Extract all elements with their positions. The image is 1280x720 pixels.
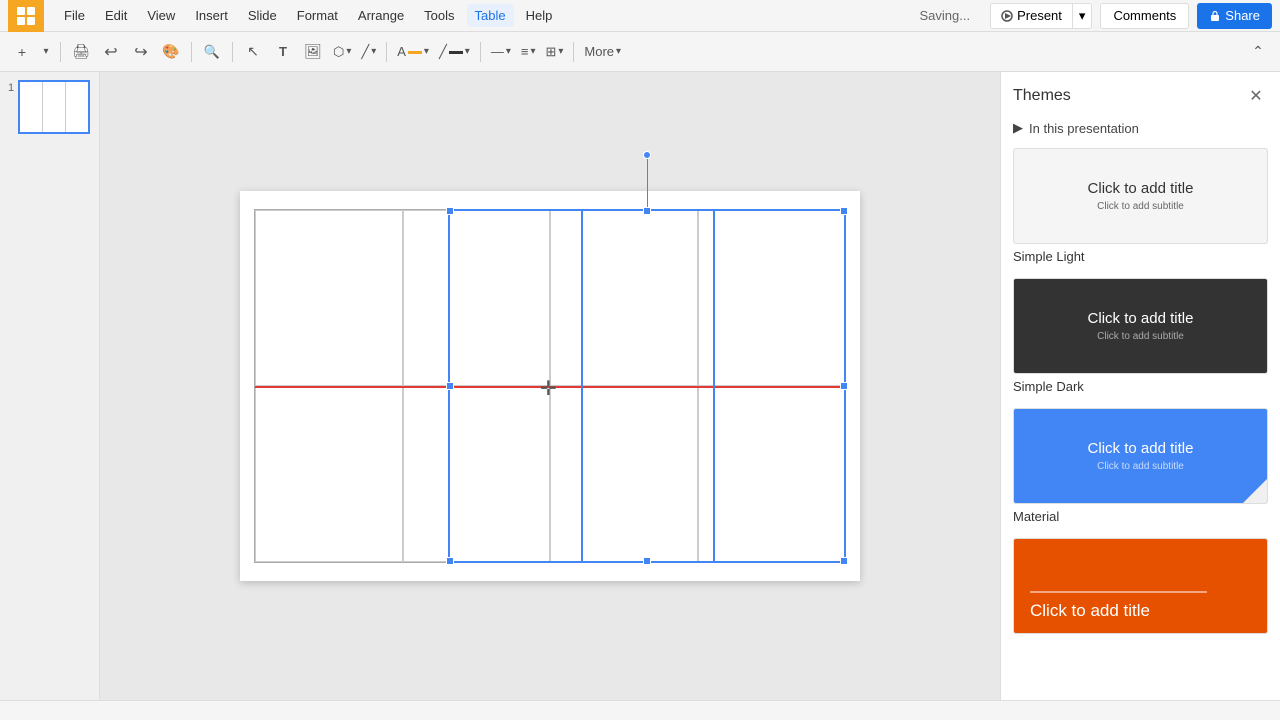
theme-preview-orange[interactable]: Click to add title (1013, 538, 1268, 634)
share-button[interactable]: Share (1197, 3, 1272, 29)
line-color-dropdown[interactable]: ╱ ▾ (435, 38, 474, 66)
present-icon (1001, 10, 1013, 22)
slide-panel: 1 (0, 72, 100, 700)
toolbar-separator-4 (386, 42, 387, 62)
menu-table[interactable]: Table (467, 4, 514, 27)
line-dropdown[interactable]: ╱▾ (357, 38, 380, 66)
comments-button[interactable]: Comments (1100, 3, 1189, 29)
undo-button[interactable]: ↩ (97, 38, 125, 66)
in-this-presentation[interactable]: ▶ In this presentation (1013, 120, 1268, 136)
themes-close-button[interactable]: ✕ (1244, 84, 1268, 108)
menu-edit[interactable]: Edit (97, 4, 135, 27)
themes-panel: Themes ✕ ▶ In this presentation Click to… (1000, 72, 1280, 700)
menu-slide[interactable]: Slide (240, 4, 285, 27)
cell-r1c1[interactable] (255, 210, 403, 386)
line-dash-dropdown[interactable]: ≡▾ (517, 38, 540, 66)
theme-name-simple-dark: Simple Dark (1013, 379, 1084, 394)
material-corner (1243, 479, 1267, 503)
theme-preview-simple-dark[interactable]: Click to add title Click to add subtitle (1013, 278, 1268, 374)
cell-r1c3[interactable] (550, 210, 698, 386)
present-main[interactable]: Present (991, 4, 1073, 28)
menu-tools[interactable]: Tools (416, 4, 462, 27)
menu-help[interactable]: Help (518, 4, 561, 27)
theme-sub-simple-light: Click to add subtitle (1097, 201, 1184, 212)
main-area: 1 (0, 72, 1280, 700)
cell-r2c2[interactable] (403, 386, 551, 562)
theme-preview-simple-light[interactable]: Click to add title Click to add subtitle (1013, 148, 1268, 244)
editor-canvas[interactable]: ✛ (100, 72, 1000, 700)
more-dropdown[interactable]: More▾ (580, 38, 625, 66)
theme-item-simple-light: Click to add title Click to add subtitle… (1013, 148, 1268, 266)
chevron-right-icon: ▶ (1013, 120, 1023, 136)
top-right-actions: Present ▾ Comments Share (990, 3, 1272, 29)
cell-r1c2[interactable] (403, 210, 551, 386)
cell-r1c4[interactable] (698, 210, 846, 386)
theme-title-simple-dark: Click to add title (1088, 310, 1194, 327)
theme-name-simple-light: Simple Light (1013, 249, 1085, 264)
line-weight-dropdown[interactable]: —▾ (487, 38, 515, 66)
theme-title-material: Click to add title (1088, 440, 1194, 457)
thumb-col-3 (66, 82, 88, 132)
fill-color-dropdown[interactable]: A ▾ (393, 38, 433, 66)
table-grid (255, 210, 845, 562)
theme-item-material: Click to add title Click to add subtitle… (1013, 408, 1268, 526)
menu-insert[interactable]: Insert (187, 4, 236, 27)
table-element[interactable]: ✛ (254, 209, 846, 563)
theme-item-orange: Click to add title (1013, 538, 1268, 634)
theme-sub-material: Click to add subtitle (1097, 461, 1184, 472)
toolbar-separator-3 (232, 42, 233, 62)
thumb-col-1 (20, 82, 43, 132)
cell-r2c4[interactable] (698, 386, 846, 562)
paint-button[interactable]: 🎨 (157, 38, 185, 66)
toolbar-separator-2 (191, 42, 192, 62)
themes-header: Themes ✕ (1013, 84, 1268, 108)
lock-icon (1209, 10, 1221, 22)
theme-title-simple-light: Click to add title (1088, 180, 1194, 197)
toolbar-separator-5 (480, 42, 481, 62)
themes-title: Themes (1013, 87, 1071, 105)
themes-section-label: In this presentation (1029, 121, 1139, 136)
rotation-line (647, 159, 648, 207)
present-button[interactable]: Present ▾ (990, 3, 1092, 29)
theme-sub-simple-dark: Click to add subtitle (1097, 331, 1184, 342)
theme-name-material: Material (1013, 509, 1059, 524)
redo-button[interactable]: ↪ (127, 38, 155, 66)
orange-line (1030, 591, 1207, 593)
present-dropdown[interactable]: ▾ (1073, 4, 1092, 28)
app-logo[interactable] (8, 0, 44, 32)
theme-title-orange: Click to add title (1030, 601, 1150, 621)
text-button[interactable]: T (269, 38, 297, 66)
toolbar: + ▾ 🖨 ↩ ↪ 🎨 🔍 ↖ T 🖼 ⬡▾ ╱▾ A ▾ ╱ ▾ —▾ ≡▾ … (0, 32, 1280, 72)
cell-r2c3[interactable] (550, 386, 698, 562)
bottom-bar (0, 700, 1280, 720)
select-button[interactable]: ↖ (239, 38, 267, 66)
add-button[interactable]: + (8, 38, 36, 66)
saving-status: Saving... (920, 8, 971, 23)
menu-format[interactable]: Format (289, 4, 346, 27)
slide-canvas[interactable]: ✛ (240, 191, 860, 581)
rotation-handle[interactable] (643, 151, 651, 159)
slide-thumbnail-container: 1 (8, 80, 91, 134)
shapes-dropdown[interactable]: ⬡▾ (329, 38, 355, 66)
toolbar-separator-6 (573, 42, 574, 62)
slide-thumbnail[interactable] (18, 80, 90, 134)
thumb-col-2 (43, 82, 66, 132)
menu-arrange[interactable]: Arrange (350, 4, 412, 27)
cell-r2c1[interactable] (255, 386, 403, 562)
align-dropdown[interactable]: ⊞▾ (541, 38, 567, 66)
menu-view[interactable]: View (139, 4, 183, 27)
collapse-button[interactable]: ⌃ (1244, 38, 1272, 66)
menu-bar: File Edit View Insert Slide Format Arran… (0, 0, 1280, 32)
toolbar-separator-1 (60, 42, 61, 62)
print-button[interactable]: 🖨 (67, 38, 95, 66)
theme-preview-material[interactable]: Click to add title Click to add subtitle (1013, 408, 1268, 504)
zoom-button[interactable]: 🔍 (198, 38, 226, 66)
image-button[interactable]: 🖼 (299, 38, 327, 66)
theme-item-simple-dark: Click to add title Click to add subtitle… (1013, 278, 1268, 396)
menu-file[interactable]: File (56, 4, 93, 27)
add-dropdown[interactable]: ▾ (38, 38, 54, 66)
slide-number: 1 (8, 80, 14, 94)
